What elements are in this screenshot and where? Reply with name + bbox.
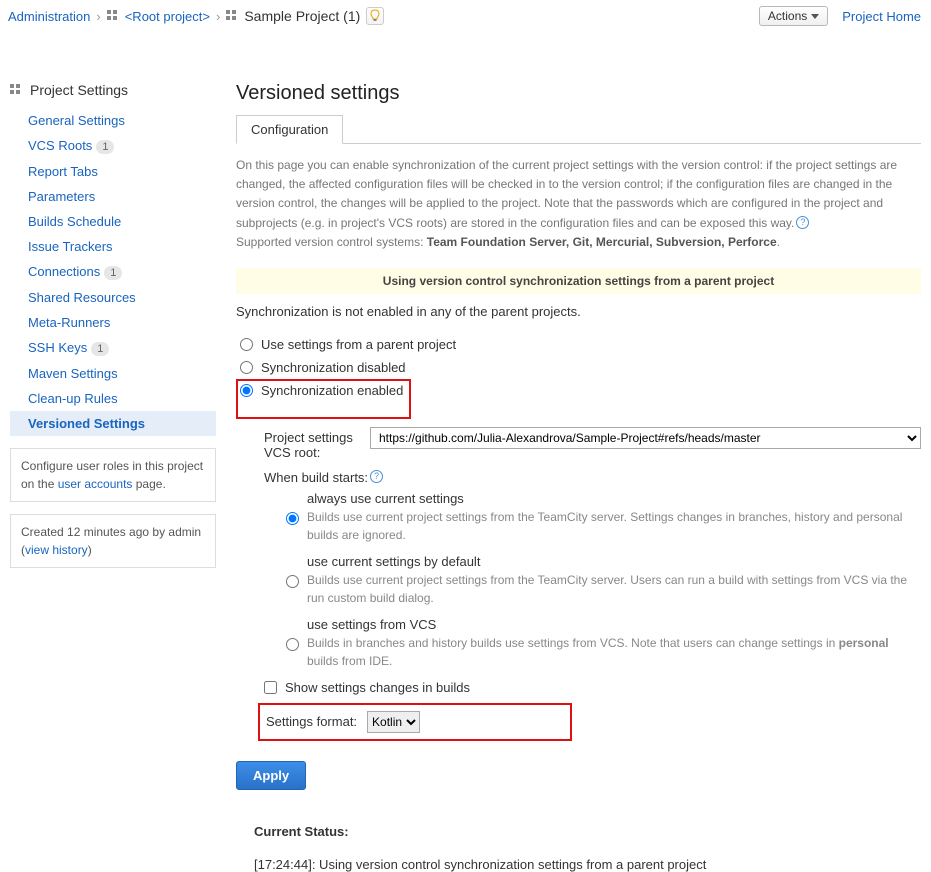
page-title: Versioned settings <box>236 82 921 105</box>
sidebar-item-issue-trackers[interactable]: Issue Trackers <box>10 234 216 259</box>
settings-format-select[interactable]: Kotlin <box>367 711 420 733</box>
radio-from-vcs[interactable] <box>286 619 299 670</box>
project-grid-icon <box>10 84 22 96</box>
apply-button[interactable]: Apply <box>236 761 306 790</box>
sidebar-item-report-tabs[interactable]: Report Tabs <box>10 159 216 184</box>
radio-always-current[interactable] <box>286 493 299 544</box>
sidebar-title: Project Settings <box>10 82 216 98</box>
tab-configuration[interactable]: Configuration <box>236 115 343 144</box>
project-grid-icon <box>107 10 119 22</box>
opt-from-vcs-desc: Builds in branches and history builds us… <box>307 634 921 670</box>
actions-label: Actions <box>768 9 807 23</box>
breadcrumb-admin-link[interactable]: Administration <box>8 9 90 24</box>
radio-sync-enabled[interactable]: Synchronization enabled <box>240 383 403 398</box>
page-description: On this page you can enable synchronizat… <box>236 156 921 252</box>
radio-sync-enabled-input[interactable] <box>240 384 253 397</box>
sidebar-item-connections[interactable]: Connections1 <box>10 259 216 285</box>
count-badge: 1 <box>104 266 122 280</box>
sidebar-item-maven-settings[interactable]: Maven Settings <box>10 361 216 386</box>
caret-down-icon <box>811 14 819 19</box>
vcs-root-label: Project settings VCS root: <box>264 427 360 460</box>
chevron-right-icon: › <box>216 9 220 24</box>
chevron-right-icon: › <box>96 9 100 24</box>
breadcrumb: Administration › <Root project> › Sample… <box>8 7 759 25</box>
current-status-title: Current Status: <box>254 824 921 839</box>
help-icon[interactable]: ? <box>796 216 809 229</box>
sidebar-item-builds-schedule[interactable]: Builds Schedule <box>10 209 216 234</box>
sidebar-help-accounts: Configure user roles in this project on … <box>10 448 216 502</box>
settings-format-label: Settings format: <box>266 714 357 729</box>
parent-sync-banner: Using version control synchronization se… <box>236 268 921 294</box>
show-changes-checkbox-row[interactable]: Show settings changes in builds <box>264 680 921 695</box>
sidebar-item-versioned-settings[interactable]: Versioned Settings <box>10 411 216 436</box>
breadcrumb-current: Sample Project (1) <box>244 8 360 24</box>
suggestions-bulb-button[interactable] <box>366 7 384 25</box>
sidebar-item-ssh-keys[interactable]: SSH Keys1 <box>10 335 216 361</box>
sidebar-created-info: Created 12 minutes ago by admin (view hi… <box>10 514 216 568</box>
radio-use-parent[interactable]: Use settings from a parent project <box>236 333 921 356</box>
sidebar-item-cleanup-rules[interactable]: Clean-up Rules <box>10 386 216 411</box>
radio-current-default[interactable] <box>286 556 299 607</box>
count-badge: 1 <box>91 342 109 356</box>
user-accounts-link[interactable]: user accounts <box>58 477 133 491</box>
view-history-link[interactable]: view history <box>25 543 88 557</box>
opt-from-vcs-title: use settings from VCS <box>307 617 921 632</box>
opt-always-current-title: always use current settings <box>307 491 921 506</box>
sidebar-item-shared-resources[interactable]: Shared Resources <box>10 285 216 310</box>
vcs-root-select[interactable]: https://github.com/Julia-Alexandrova/Sam… <box>370 427 921 449</box>
sync-status-text: Synchronization is not enabled in any of… <box>236 304 921 319</box>
count-badge: 1 <box>96 140 114 154</box>
radio-sync-disabled[interactable]: Synchronization disabled <box>236 356 921 379</box>
breadcrumb-root-link[interactable]: <Root project> <box>125 9 210 24</box>
radio-use-parent-input[interactable] <box>240 338 253 351</box>
project-grid-icon <box>226 10 238 22</box>
help-icon[interactable]: ? <box>370 470 383 483</box>
when-build-starts-label: When build starts:? <box>264 470 921 485</box>
sidebar-item-general-settings[interactable]: General Settings <box>10 108 216 133</box>
actions-dropdown-button[interactable]: Actions <box>759 6 828 26</box>
opt-always-current-desc: Builds use current project settings from… <box>307 508 921 544</box>
opt-current-default-title: use current settings by default <box>307 554 921 569</box>
show-changes-checkbox[interactable] <box>264 681 277 694</box>
sidebar-item-parameters[interactable]: Parameters <box>10 184 216 209</box>
project-home-link[interactable]: Project Home <box>842 9 921 24</box>
opt-current-default-desc: Builds use current project settings from… <box>307 571 921 607</box>
radio-sync-disabled-input[interactable] <box>240 361 253 374</box>
sidebar-item-vcs-roots[interactable]: VCS Roots1 <box>10 133 216 159</box>
sidebar-item-meta-runners[interactable]: Meta-Runners <box>10 310 216 335</box>
